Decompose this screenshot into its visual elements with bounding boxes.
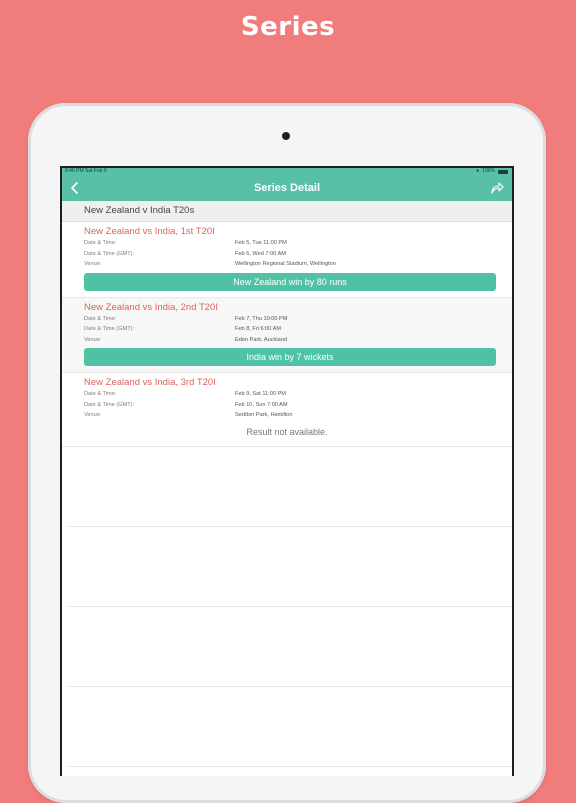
device-screen: 8:46 PM Sat Feb 9 ● 100% Series Detail N… — [60, 166, 514, 776]
date-time-gmt-row: Date & Time (GMT): Feb 8, Fri 6:00 AM — [62, 324, 512, 335]
venue-value: Eden Park, Auckland — [235, 336, 287, 343]
empty-row — [68, 687, 512, 767]
date-time-value: Feb 9, Sat 11:00 PM — [235, 391, 286, 397]
date-time-label: Date & Time: — [84, 240, 117, 246]
app-screen: 8:46 PM Sat Feb 9 ● 100% Series Detail N… — [62, 168, 512, 776]
venue-row: Venue: Wellington Regional Stadium, Well… — [62, 259, 512, 270]
date-time-gmt-label: Date & Time (GMT): — [84, 401, 135, 408]
wifi-icon: ● — [476, 168, 480, 174]
venue-label: Venue: — [84, 261, 102, 267]
match-item[interactable]: New Zealand vs India, 1st T20I Date & Ti… — [62, 222, 512, 298]
date-time-gmt-label: Date & Time (GMT): — [84, 250, 135, 257]
match-title: New Zealand vs India, 3rd T20I — [84, 377, 216, 388]
match-title: New Zealand vs India, 2nd T20I — [84, 301, 218, 313]
share-icon[interactable] — [490, 181, 504, 195]
date-time-label: Date & Time: — [84, 315, 117, 322]
empty-row — [68, 607, 512, 687]
result-badge: India win by 7 wickets — [84, 348, 496, 366]
date-time-row: Date & Time: Feb 9, Sat 11:00 PM — [62, 389, 512, 400]
date-time-value: Feb 5, Tue 11:00 PM — [235, 240, 287, 246]
promo-title: Series — [240, 12, 336, 42]
date-time-row: Date & Time: Feb 5, Tue 11:00 PM — [62, 238, 512, 249]
date-time-gmt-value: Feb 10, Sun 7:00 AM — [235, 401, 288, 408]
empty-row — [68, 527, 512, 607]
result-text: Result not available. — [246, 426, 328, 437]
venue-row: Venue: Eden Park, Auckland — [62, 335, 512, 346]
match-item[interactable]: New Zealand vs India, 2nd T20I Date & Ti… — [62, 297, 512, 373]
date-time-gmt-value: Feb 6, Wed 7:00 AM — [235, 250, 286, 257]
date-time-label: Date & Time: — [84, 391, 117, 397]
empty-row — [68, 447, 512, 527]
date-time-value: Feb 7, Thu 10:00 PM — [235, 315, 288, 322]
status-right: ● 100% — [476, 168, 508, 175]
series-header: New Zealand v India T20s — [62, 201, 512, 222]
venue-value: Seddon Park, Hamilton — [235, 412, 293, 418]
battery-icon — [498, 169, 508, 174]
date-time-gmt-row: Date & Time (GMT): Feb 10, Sun 7:00 AM — [62, 400, 512, 411]
page-title: Series Detail — [253, 182, 321, 194]
camera-dot — [282, 132, 290, 140]
battery-percent: 100% — [482, 168, 495, 174]
result-badge: New Zealand win by 80 runs — [84, 272, 496, 291]
status-time: 8:46 PM Sat Feb 9 — [65, 168, 107, 174]
match-title: New Zealand vs India, 1st T20I — [84, 226, 215, 237]
date-time-gmt-label: Date & Time (GMT): — [84, 326, 135, 332]
match-item[interactable]: New Zealand vs India, 3rd T20I Date & Ti… — [62, 373, 512, 447]
venue-label: Venue: — [84, 412, 102, 418]
venue-row: Venue: Seddon Park, Hamilton — [62, 410, 512, 421]
status-bar: 8:46 PM Sat Feb 9 ● 100% — [62, 168, 512, 175]
date-time-gmt-value: Feb 8, Fri 6:00 AM — [235, 326, 282, 332]
venue-value: Wellington Regional Stadium, Wellington — [235, 261, 336, 267]
date-time-gmt-row: Date & Time (GMT): Feb 6, Wed 7:00 AM — [62, 249, 512, 260]
venue-label: Venue: — [84, 336, 102, 343]
nav-bar: Series Detail — [62, 175, 512, 201]
date-time-row: Date & Time: Feb 7, Thu 10:00 PM — [62, 314, 512, 325]
